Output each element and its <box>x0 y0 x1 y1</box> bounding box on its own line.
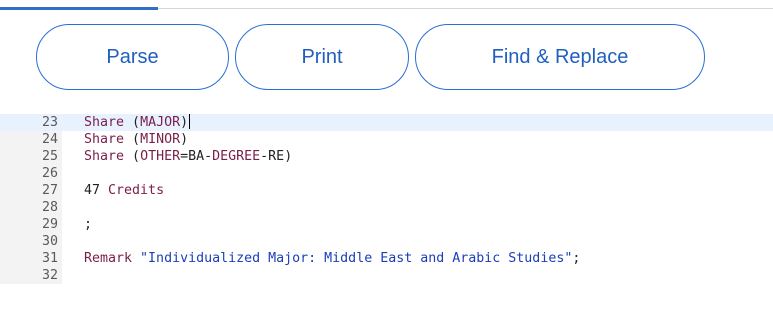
code-text: Share (MAJOR) <box>84 114 191 131</box>
keyword-token: Share <box>84 115 133 130</box>
keyword-token: Share <box>84 149 133 164</box>
line-number-text: 24 <box>41 132 58 147</box>
editor-line[interactable]: 24 Share (MINOR) <box>0 131 773 148</box>
code-token: -RE) <box>260 149 293 164</box>
line-number: 25 <box>0 148 58 165</box>
editor-line[interactable]: 31 Remark "Individualized Major: Middle E… <box>0 250 773 267</box>
editor-line[interactable]: 28 <box>0 199 773 216</box>
code-text: 47 Credits <box>84 182 164 199</box>
line-number: 28 <box>0 199 58 216</box>
code-token: ; <box>572 251 581 266</box>
code-token: ; <box>84 217 93 232</box>
line-number: 26 <box>0 165 58 182</box>
editor-line[interactable]: 25 Share (OTHER=BA-DEGREE-RE) <box>0 148 773 165</box>
line-number-text: 30 <box>41 234 58 249</box>
print-button[interactable]: Print <box>235 24 409 90</box>
keyword-token: MINOR <box>140 132 181 147</box>
keyword-token: Share <box>84 132 133 147</box>
code-token: ) <box>180 115 189 130</box>
keyword-token: DEGREE <box>212 149 261 164</box>
line-number: 27 <box>0 182 58 199</box>
line-number-text: 28 <box>41 200 58 215</box>
keyword-token: Credits <box>108 183 165 198</box>
line-number: 30 <box>0 233 58 250</box>
line-number: 24 <box>0 131 58 148</box>
text-cursor <box>189 114 191 129</box>
editor-line[interactable]: 32 <box>0 267 773 284</box>
parse-button[interactable]: Parse <box>36 24 229 90</box>
code-text: Remark "Individualized Major: Middle Eas… <box>84 250 580 267</box>
code-text: Share (OTHER=BA-DEGREE-RE) <box>84 148 292 165</box>
toolbar: Parse Print Find & Replace <box>36 24 705 90</box>
code-token: ( <box>132 132 141 147</box>
line-number: 29 <box>0 216 58 233</box>
code-editor[interactable]: 23 Share (MAJOR) 24 Share (MINOR) 25 Share (O… <box>0 114 773 284</box>
editor-line[interactable]: 27 47 Credits <box>0 182 773 199</box>
line-number-text: 32 <box>41 268 58 283</box>
code-token: 47 <box>84 183 109 198</box>
line-number-text: 31 <box>41 251 58 266</box>
active-tab-indicator <box>0 7 158 10</box>
line-number-text: 25 <box>41 149 58 164</box>
line-number: 32 <box>0 267 58 284</box>
code-token: ( <box>132 115 141 130</box>
line-number-text: 23 <box>41 115 58 130</box>
keyword-token: Remark <box>84 251 141 266</box>
line-number-text: 27 <box>41 183 58 198</box>
editor-line[interactable]: 30 <box>0 233 773 250</box>
editor-line[interactable]: 26 <box>0 165 773 182</box>
line-number-text: 29 <box>41 217 58 232</box>
code-token: ) <box>180 132 189 147</box>
line-number-text: 26 <box>41 166 58 181</box>
line-number: 23 <box>0 114 58 131</box>
find-replace-button[interactable]: Find & Replace <box>415 24 705 90</box>
editor-line[interactable]: 23 Share (MAJOR) <box>0 114 773 131</box>
code-token: ( <box>132 149 141 164</box>
code-text: Share (MINOR) <box>84 131 188 148</box>
keyword-token: OTHER <box>140 149 181 164</box>
line-number: 31 <box>0 250 58 267</box>
string-token: "Individualized Major: Middle East and A… <box>140 251 573 266</box>
code-text: ; <box>84 216 92 233</box>
keyword-token: MAJOR <box>140 115 181 130</box>
editor-line[interactable]: 29; <box>0 216 773 233</box>
code-token: =BA- <box>180 149 213 164</box>
